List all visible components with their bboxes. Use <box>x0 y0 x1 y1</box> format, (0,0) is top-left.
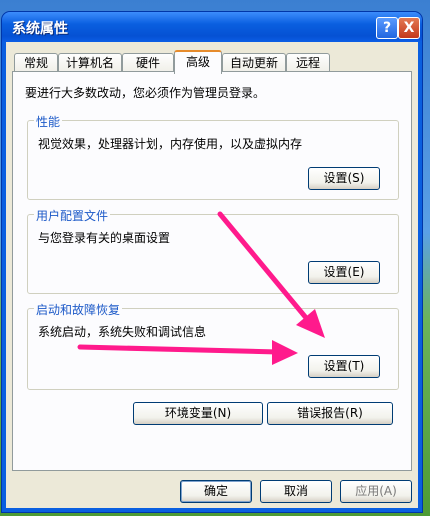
tab-general[interactable]: 常规 <box>14 53 58 72</box>
advanced-tab-panel: 要进行大多数改动，您必须作为管理员登录。 性能 视觉效果，处理器计划，内存使用，… <box>12 71 412 471</box>
user-profiles-group: 用户配置文件 与您登录有关的桌面设置 设置(E) <box>27 207 399 294</box>
environment-variables-button[interactable]: 环境变量(N) <box>133 402 263 425</box>
user-profiles-settings-button[interactable]: 设置(E) <box>308 261 380 284</box>
window-title: 系统属性 <box>12 21 68 37</box>
apply-button[interactable]: 应用(A) <box>340 480 412 503</box>
startup-recovery-description: 系统启动，系统失败和调试信息 <box>38 325 207 339</box>
ok-button[interactable]: 确定 <box>180 480 252 503</box>
performance-group-label: 性能 <box>34 113 63 130</box>
cancel-button[interactable]: 取消 <box>260 480 332 503</box>
startup-recovery-group: 启动和故障恢复 系统启动，系统失败和调试信息 设置(T) <box>27 301 399 390</box>
tab-automatic-updates[interactable]: 自动更新 <box>222 53 286 72</box>
tab-computer-name[interactable]: 计算机名 <box>58 53 122 72</box>
help-button[interactable]: ? <box>376 17 398 39</box>
title-bar[interactable]: 系统属性 ? X <box>2 12 422 42</box>
tab-advanced[interactable]: 高级 <box>174 50 222 74</box>
tab-remote[interactable]: 远程 <box>286 53 330 72</box>
user-profiles-description: 与您登录有关的桌面设置 <box>38 231 171 245</box>
close-button[interactable]: X <box>398 17 420 39</box>
dialog-body: 常规 计算机名 硬件 高级 自动更新 远程 要进行大多数改动，您必须作为管理员登… <box>6 42 418 508</box>
startup-recovery-group-label: 启动和故障恢复 <box>34 301 123 318</box>
performance-settings-button[interactable]: 设置(S) <box>308 167 380 190</box>
tab-hardware[interactable]: 硬件 <box>122 53 174 72</box>
performance-description: 视觉效果，处理器计划，内存使用，以及虚拟内存 <box>38 137 303 151</box>
error-reporting-button[interactable]: 错误报告(R) <box>267 402 393 425</box>
user-profiles-group-label: 用户配置文件 <box>34 207 111 224</box>
performance-group: 性能 视觉效果，处理器计划，内存使用，以及虚拟内存 设置(S) <box>27 113 399 200</box>
startup-recovery-settings-button[interactable]: 设置(T) <box>308 355 380 378</box>
admin-note: 要进行大多数改动，您必须作为管理员登录。 <box>25 86 266 100</box>
system-properties-window: 系统属性 ? X 常规 计算机名 硬件 高级 自动更新 远程 要进行大多数改动，… <box>2 12 422 512</box>
